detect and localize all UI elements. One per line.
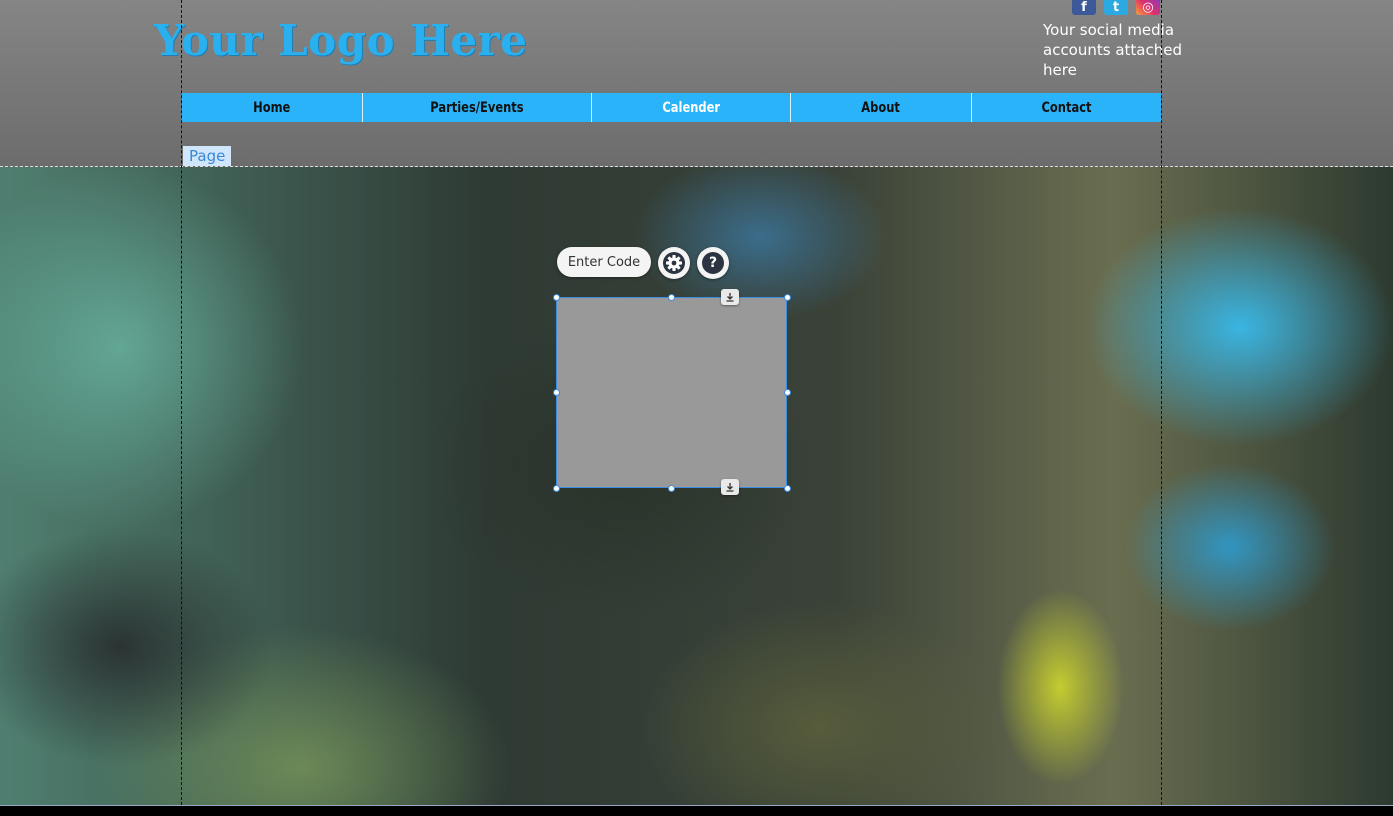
download-arrow-icon [726,483,734,492]
help-icon: ? [702,252,724,274]
settings-button[interactable] [658,247,690,279]
site-header: Your Logo Here f t ◎ Your social media a… [0,0,1393,167]
resize-handle-bottom[interactable] [668,485,675,492]
right-guide-line [1161,0,1162,805]
main-nav: Home Parties/Events Calender About Conta… [182,93,1161,122]
page-section-tag[interactable]: Page [183,146,232,166]
download-arrow-icon [726,293,734,302]
logo-text[interactable]: Your Logo Here [154,16,527,65]
resize-handle-right[interactable] [784,389,791,396]
resize-handle-top-left[interactable] [553,294,560,301]
nav-item-home[interactable]: Home [182,93,363,122]
resize-handle-bottom-right[interactable] [784,485,791,492]
stretch-bottom-button[interactable] [721,479,739,495]
help-button[interactable]: ? [697,247,729,279]
gear-icon [663,252,685,274]
bottom-bar [0,806,1393,816]
html-embed-box[interactable] [556,297,787,488]
header-guide-line [0,166,1393,167]
social-text: Your social media accounts attached here [1043,21,1182,79]
nav-item-contact[interactable]: Contact [972,93,1161,122]
social-bar: f t ◎ [1072,0,1160,15]
resize-handle-top[interactable] [668,294,675,301]
resize-handle-top-right[interactable] [784,294,791,301]
nav-item-calender[interactable]: Calender [592,93,791,122]
resize-handle-left[interactable] [553,389,560,396]
resize-handle-bottom-left[interactable] [553,485,560,492]
enter-code-button[interactable]: Enter Code [557,247,651,277]
facebook-icon[interactable]: f [1072,0,1096,15]
instagram-icon[interactable]: ◎ [1136,0,1160,15]
nav-item-parties-events[interactable]: Parties/Events [363,93,592,122]
nav-item-about[interactable]: About [791,93,972,122]
left-guide-line [181,0,182,805]
twitter-icon[interactable]: t [1104,0,1128,15]
stretch-top-button[interactable] [721,289,739,305]
